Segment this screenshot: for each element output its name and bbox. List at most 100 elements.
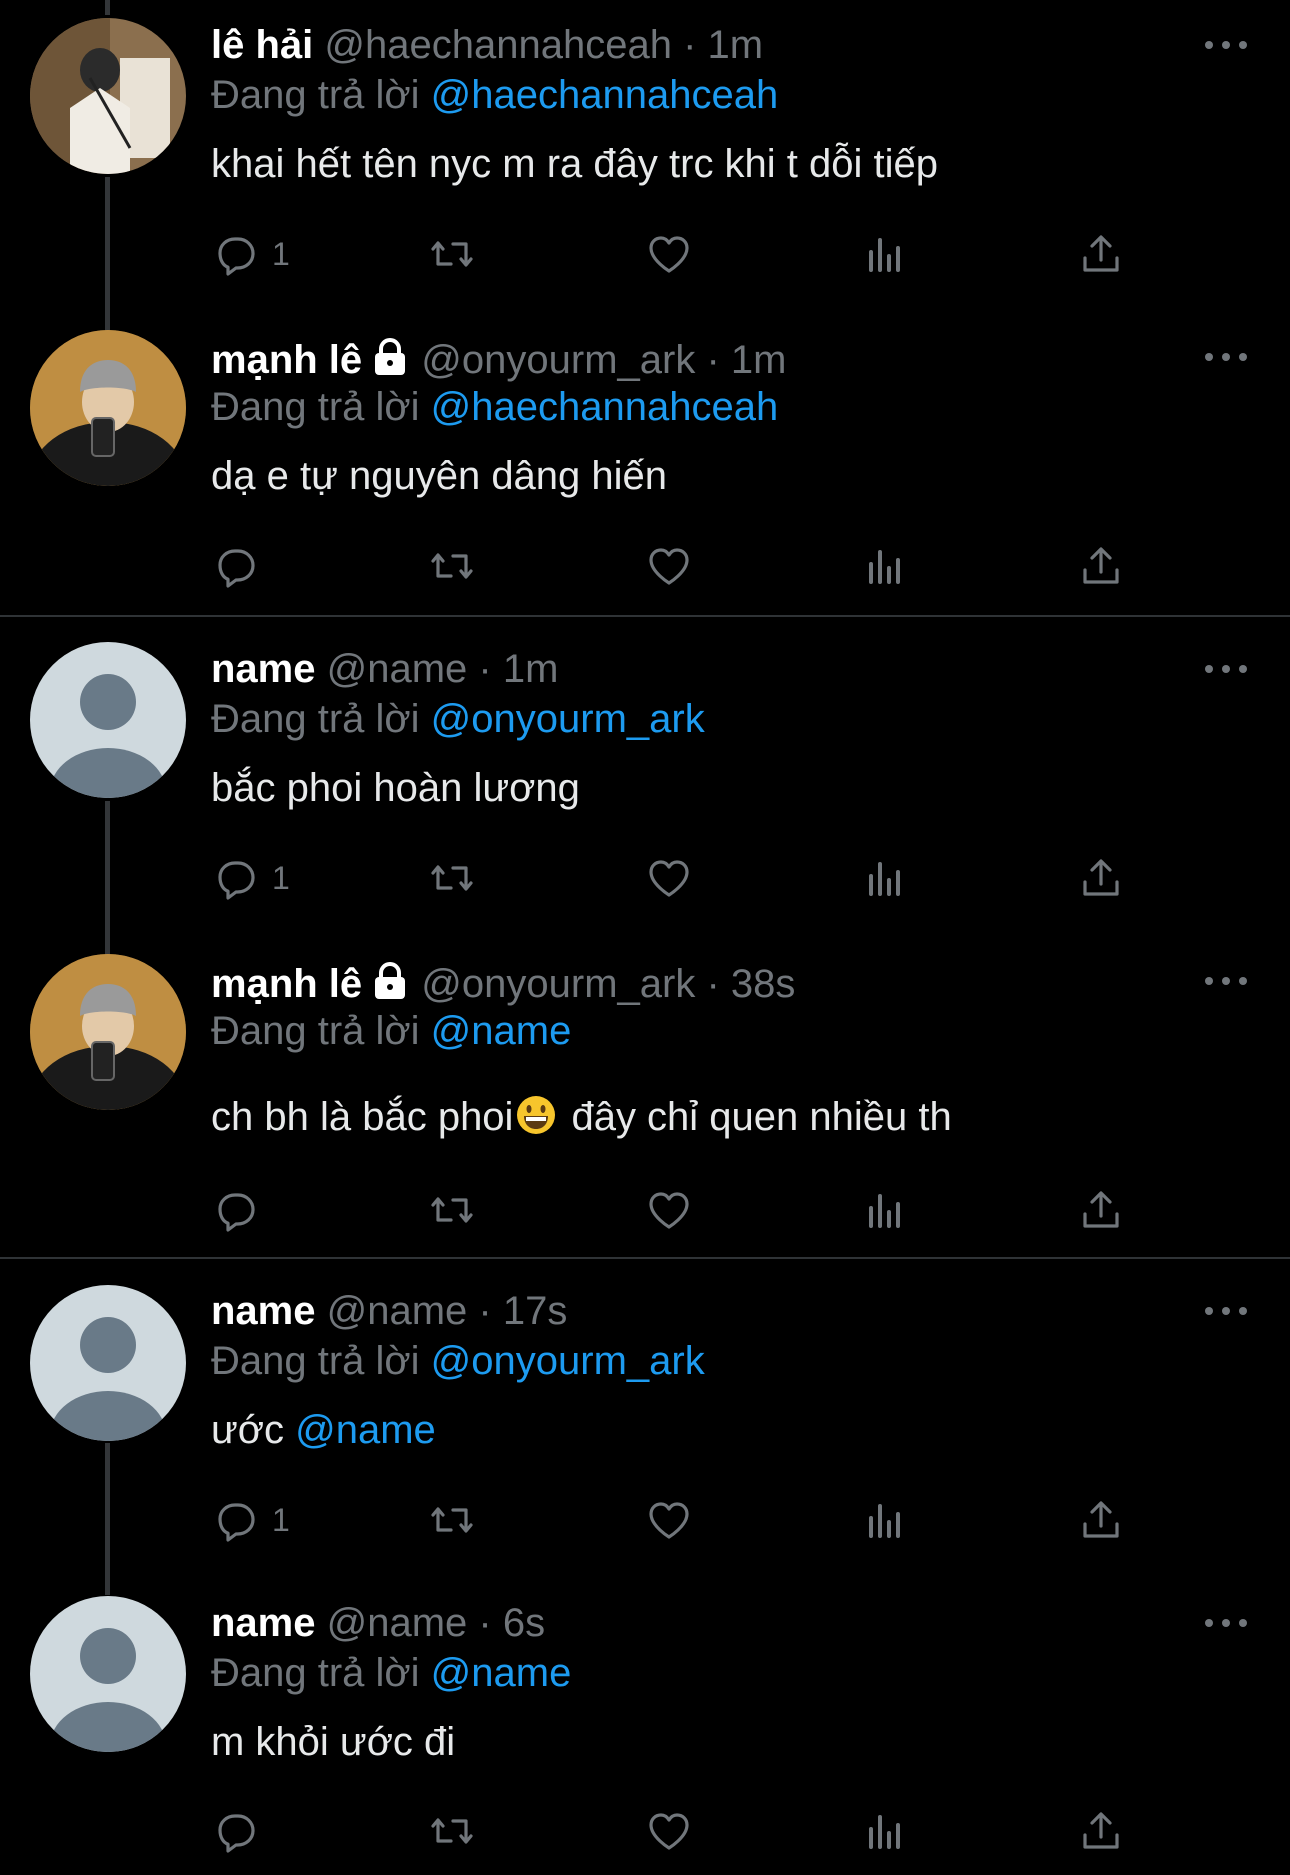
handle[interactable]: @onyourm_ark [421,338,695,382]
tweet-header: name @name · 17s [211,1285,567,1337]
separator: · [478,647,492,691]
like-button[interactable] [645,224,693,284]
replying-to: Đang trả lời @haechannahceah [211,73,778,118]
tweet-text: khai hết tên nyc m ra đây trc khi t dỗi … [211,142,939,186]
display-name[interactable]: name [211,1601,316,1645]
display-name[interactable]: mạnh lê [211,338,362,382]
reply-button[interactable] [212,1801,272,1861]
lock-icon [373,338,408,377]
reply-mention[interactable]: @name [431,1009,572,1053]
handle[interactable]: @name [327,1601,468,1645]
display-name[interactable]: mạnh lê [211,962,362,1006]
retweet-icon [431,865,473,891]
more-icon[interactable] [1205,1616,1249,1630]
like-button[interactable] [645,848,693,908]
views-icon [869,1815,900,1849]
more-icon[interactable] [1205,350,1249,364]
separator: · [478,1601,492,1645]
retweet-button[interactable] [428,224,476,284]
share-button[interactable] [1077,536,1125,596]
avatar[interactable] [30,1596,186,1752]
divider [0,1257,1290,1259]
timestamp[interactable]: 1m [503,647,559,691]
tweet-header: name @name · 1m [211,643,558,695]
like-button[interactable] [645,536,693,596]
reply-button[interactable] [212,1180,272,1240]
handle[interactable]: @onyourm_ark [421,962,695,1006]
tweet-text: ch bh là bắc phoi đây chỉ quen nhiều th [211,1094,952,1140]
avatar[interactable] [30,18,186,174]
more-icon[interactable] [1205,1304,1249,1318]
share-button[interactable] [1077,1490,1125,1550]
retweet-button[interactable] [428,1490,476,1550]
tweet-text-part: đây chỉ quen nhiều th [571,1095,952,1139]
more-icon[interactable] [1205,38,1249,52]
avatar[interactable] [30,642,186,798]
like-button[interactable] [645,1180,693,1240]
reply-count: 1 [272,859,290,896]
reply-icon [218,1503,255,1542]
retweet-button[interactable] [428,1180,476,1240]
reply-button[interactable]: 1 [212,848,290,908]
reply-button[interactable]: 1 [212,1490,290,1550]
views-button[interactable] [861,1180,909,1240]
display-name[interactable]: name [211,1289,316,1333]
retweet-button[interactable] [428,536,476,596]
handle[interactable]: @name [327,647,468,691]
like-icon [649,1813,689,1850]
reply-button[interactable]: 1 [212,224,290,284]
share-button[interactable] [1077,1180,1125,1240]
avatar[interactable] [30,954,186,1110]
replying-to: Đang trả lời @onyourm_ark [211,697,705,742]
share-icon [1083,1191,1119,1228]
handle[interactable]: @name [327,1289,468,1333]
default-avatar [30,1596,186,1752]
views-button[interactable] [861,536,909,596]
views-button[interactable] [861,224,909,284]
default-avatar [30,1285,186,1441]
text-mention[interactable]: @name [295,1408,436,1452]
share-button[interactable] [1077,224,1125,284]
replying-to: Đang trả lời @name [211,1009,571,1054]
reply-mention[interactable]: @onyourm_ark [431,1339,705,1383]
separator: · [706,962,720,1006]
like-icon [649,236,689,273]
retweet-button[interactable] [428,848,476,908]
timestamp[interactable]: 1m [708,23,764,67]
handle[interactable]: @haechannahceah [324,23,672,67]
reply-mention[interactable]: @onyourm_ark [431,697,705,741]
timestamp[interactable]: 1m [731,338,787,382]
reply-count: 1 [272,1501,290,1538]
views-icon [869,862,900,896]
replying-label: Đang trả lời [211,1651,420,1695]
views-button[interactable] [861,848,909,908]
views-icon [869,1504,900,1538]
retweet-button[interactable] [428,1801,476,1861]
replying-to: Đang trả lời @onyourm_ark [211,1339,705,1384]
timestamp[interactable]: 38s [731,962,796,1006]
views-button[interactable] [861,1490,909,1550]
share-button[interactable] [1077,1801,1125,1861]
avatar[interactable] [30,330,186,486]
reply-count: 1 [272,235,290,272]
reply-mention[interactable]: @haechannahceah [431,385,779,429]
like-button[interactable] [645,1801,693,1861]
display-name[interactable]: name [211,647,316,691]
more-icon[interactable] [1205,662,1249,676]
display-name[interactable]: lê hải [211,23,313,67]
reply-button[interactable] [212,536,272,596]
views-button[interactable] [861,1801,909,1861]
replying-label: Đang trả lời [211,697,420,741]
retweet-icon [431,553,473,579]
like-icon [649,860,689,897]
replying-label: Đang trả lời [211,385,420,429]
reply-mention[interactable]: @name [431,1651,572,1695]
like-button[interactable] [645,1490,693,1550]
timestamp[interactable]: 17s [503,1289,568,1333]
separator: · [683,23,697,67]
avatar[interactable] [30,1285,186,1441]
timestamp[interactable]: 6s [503,1601,545,1645]
more-icon[interactable] [1205,974,1249,988]
share-button[interactable] [1077,848,1125,908]
reply-mention[interactable]: @haechannahceah [431,73,779,117]
